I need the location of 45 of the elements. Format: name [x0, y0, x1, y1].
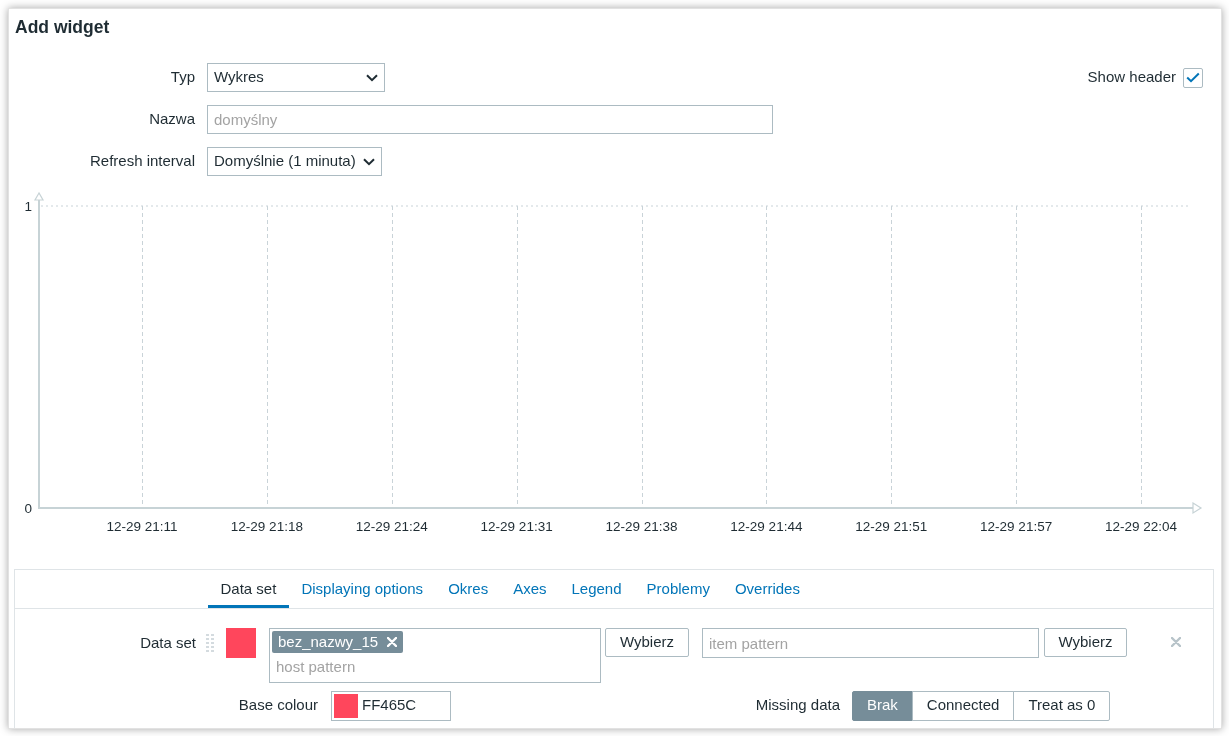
drag-handle-icon[interactable]: [206, 633, 214, 653]
field-label: Nazwa: [149, 109, 195, 130]
type-select[interactable]: Wykres: [207, 63, 385, 92]
colour-field[interactable]: FF465C: [331, 690, 451, 721]
checkbox[interactable]: [1183, 67, 1203, 88]
axis-label: 12-29 21:38: [605, 519, 678, 534]
select-button[interactable]: Wybierz: [605, 628, 689, 657]
tab[interactable]: Okres: [435, 570, 501, 608]
field-label: Refresh interval: [89, 151, 195, 172]
tab[interactable]: Overrides: [722, 570, 813, 608]
host-pattern-input[interactable]: host pattern: [272, 653, 598, 679]
tab[interactable]: Displaying options: [288, 570, 436, 608]
refresh-interval-select[interactable]: Domyślnie (1 minuta): [207, 147, 382, 176]
color-swatch-icon[interactable]: [334, 693, 358, 718]
item-pattern-field[interactable]: item pattern: [702, 628, 1039, 658]
axis-label: 12-29 21:51: [855, 519, 928, 534]
select-button[interactable]: Wybierz: [1044, 628, 1127, 657]
axis-label: 12-29 22:04: [1104, 519, 1178, 534]
tab[interactable]: Data set: [208, 570, 289, 608]
tag-text: bez_nazwy_15: [278, 631, 379, 652]
chevron-down-icon: [363, 157, 375, 166]
axis-label: 12-29 21:24: [355, 519, 428, 534]
field-label: Base colour: [238, 695, 318, 716]
field-label: Typ: [170, 67, 195, 88]
axis-label: 12-29 21:31: [480, 519, 553, 534]
radio-button[interactable]: Treat as 0: [1013, 690, 1111, 721]
field-label: Missing data: [755, 695, 840, 716]
radio-button[interactable]: Connected: [911, 690, 1015, 721]
axis-label: 12-29 21:18: [230, 519, 303, 534]
dialog-title: Add widget: [14, 16, 110, 37]
close-icon[interactable]: [1171, 637, 1181, 647]
axis-label: 12-29 21:57: [980, 519, 1053, 534]
tab[interactable]: Legend: [559, 570, 635, 608]
checkmark-icon: [1186, 72, 1200, 83]
name-field[interactable]: domyślny: [207, 105, 773, 134]
axis-label: 0: [24, 501, 32, 516]
axis-label: 1: [24, 199, 32, 214]
chevron-down-icon: [366, 73, 378, 82]
checkbox-label: Show header: [1087, 67, 1176, 88]
axis-label: 12-29 21:11: [106, 519, 178, 534]
axis-label: 12-29 21:44: [730, 519, 803, 534]
color-swatch-icon[interactable]: [226, 628, 256, 658]
tab[interactable]: Axes: [500, 570, 559, 608]
tab[interactable]: Problemy: [634, 570, 723, 608]
field-label: Data set: [140, 632, 196, 653]
